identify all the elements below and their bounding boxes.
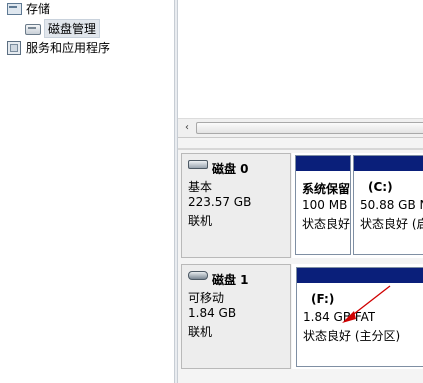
tree-item-label: 服务和应用程序 (26, 40, 111, 55)
removable-disk-icon (188, 271, 208, 280)
partition-status: 状态良好 (302, 217, 350, 231)
partition-system-reserved[interactable]: 系统保留 100 MB 状态良好 (295, 155, 351, 255)
disk-type: 基本 (188, 180, 213, 194)
tree-item-label: 存储 (26, 1, 51, 16)
partition-size: 100 MB (302, 198, 348, 212)
partition-status: 状态良好 (启 (360, 217, 423, 231)
tree-item-storage[interactable]: 存储 (6, 0, 50, 17)
disk-1-label[interactable]: 磁盘 1 可移动 1.84 GB 联机 (181, 264, 291, 369)
partition-status: 状态良好 (主分区) (303, 329, 401, 343)
services-applications-icon (6, 40, 22, 55)
partition-bar (354, 156, 423, 171)
volume-list-pane (178, 0, 423, 118)
tree-item-services-applications[interactable]: 服务和应用程序 (6, 38, 110, 56)
scrollbar-thumb[interactable] (196, 122, 423, 134)
annotation-arrow-icon (342, 285, 391, 323)
partition-bar (296, 156, 350, 171)
horizontal-scrollbar[interactable]: ‹ (178, 118, 423, 138)
storage-icon (6, 1, 22, 15)
disk-size: 223.57 GB (188, 195, 252, 209)
disk-type: 可移动 (188, 291, 225, 305)
partition-bar (297, 268, 423, 283)
pane-divider (178, 148, 423, 150)
disk-title: 磁盘 1 (212, 273, 249, 287)
disk-0-label[interactable]: 磁盘 0 基本 223.57 GB 联机 (181, 153, 291, 258)
disk-status: 联机 (188, 214, 213, 228)
scroll-left-icon[interactable]: ‹ (180, 121, 194, 135)
partition-name: 系统保留 (302, 182, 350, 196)
partition-size: 50.88 GB N (360, 198, 423, 212)
partition-name: (C:) (368, 180, 393, 194)
partition-c[interactable]: (C:) 50.88 GB N 状态良好 (启 (353, 155, 423, 255)
tree-item-label: 磁盘管理 (44, 18, 101, 38)
disk-management-icon (24, 21, 41, 35)
disk-status: 联机 (188, 325, 213, 339)
disk-size: 1.84 GB (188, 306, 237, 320)
disk-0-partitions: 系统保留 100 MB 状态良好 (C:) 50.88 GB N 状态良好 (启 (292, 153, 423, 258)
navigation-tree: 存储 磁盘管理 服务和应用程序 (0, 0, 174, 383)
tree-item-disk-management[interactable]: 磁盘管理 (24, 18, 101, 38)
disk-title: 磁盘 0 (212, 162, 249, 176)
hard-disk-icon (188, 160, 208, 169)
